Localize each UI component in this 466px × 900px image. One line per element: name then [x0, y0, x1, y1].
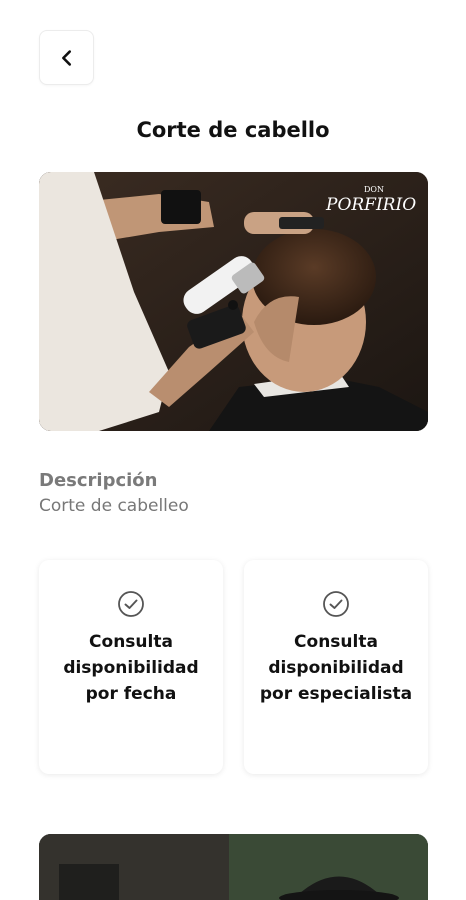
- check-availability-by-specialist-card[interactable]: Consulta disponibilidad por especialista: [244, 560, 428, 774]
- check-circle-icon: [323, 591, 349, 617]
- specialist-image: [39, 834, 428, 900]
- back-button[interactable]: [39, 30, 94, 85]
- chevron-left-icon: [61, 49, 71, 66]
- service-hero-image: DON PORFIRIO: [39, 172, 428, 431]
- logo-top: DON: [364, 185, 384, 194]
- page-title: Corte de cabello: [136, 118, 330, 142]
- service-detail-screen: Corte de cabello DON PORFIRIO Descripció…: [0, 0, 466, 900]
- logo-main: PORFIRIO: [325, 195, 416, 215]
- check-circle-icon: [118, 591, 144, 617]
- card-label: Consulta disponibilidad por fecha: [63, 632, 199, 704]
- description-text: Corte de cabelleo: [39, 496, 189, 516]
- description-label: Descripción: [39, 470, 158, 491]
- check-availability-by-date-card[interactable]: Consulta disponibilidad por fecha: [39, 560, 223, 774]
- card-label: Consulta disponibilidad por especialista: [259, 632, 413, 704]
